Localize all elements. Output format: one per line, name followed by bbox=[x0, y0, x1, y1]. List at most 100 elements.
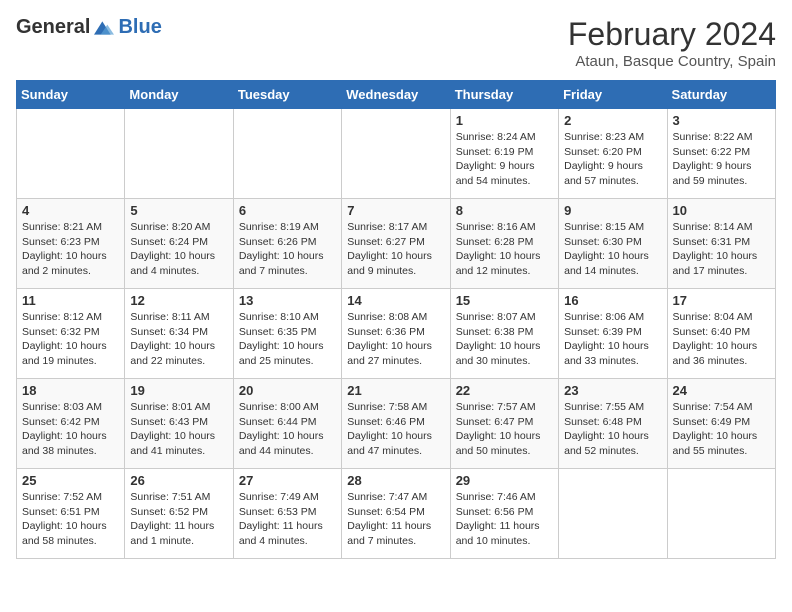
day-info: Sunrise: 8:01 AM Sunset: 6:43 PM Dayligh… bbox=[130, 400, 227, 459]
title-area: February 2024 Ataun, Basque Country, Spa… bbox=[568, 16, 776, 70]
day-number: 17 bbox=[673, 293, 770, 308]
day-number: 11 bbox=[22, 293, 119, 308]
day-number: 28 bbox=[347, 473, 444, 488]
day-info: Sunrise: 8:11 AM Sunset: 6:34 PM Dayligh… bbox=[130, 310, 227, 369]
day-number: 29 bbox=[456, 473, 553, 488]
day-number: 10 bbox=[673, 203, 770, 218]
calendar-cell bbox=[342, 109, 450, 199]
calendar-cell: 4Sunrise: 8:21 AM Sunset: 6:23 PM Daylig… bbox=[17, 199, 125, 289]
calendar-week-row: 11 Sunrise: 8:12 AM Sunset: 6:32 PM Dayli… bbox=[17, 289, 776, 379]
calendar-cell bbox=[233, 109, 341, 199]
day-info: Sunrise: 8:03 AM Sunset: 6:42 PM Dayligh… bbox=[22, 400, 119, 459]
calendar-cell bbox=[17, 109, 125, 199]
calendar-cell: 27 Sunrise: 7:49 AM Sunset: 6:53 PM Dayli… bbox=[233, 469, 341, 559]
calendar-cell: 25 Sunrise: 7:52 AM Sunset: 6:51 PM Dayli… bbox=[17, 469, 125, 559]
calendar-cell: 29 Sunrise: 7:46 AM Sunset: 6:56 PM Dayli… bbox=[450, 469, 558, 559]
calendar-cell: 23 Sunrise: 7:55 AM Sunset: 6:48 PM Dayli… bbox=[559, 379, 667, 469]
calendar-cell: 6 Sunrise: 8:19 AM Sunset: 6:26 PM Daylig… bbox=[233, 199, 341, 289]
day-number: 14 bbox=[347, 293, 444, 308]
day-info: Sunrise: 8:19 AM Sunset: 6:26 PM Dayligh… bbox=[239, 220, 336, 279]
calendar-cell: 22 Sunrise: 7:57 AM Sunset: 6:47 PM Dayli… bbox=[450, 379, 558, 469]
day-number: 22 bbox=[456, 383, 553, 398]
calendar-cell: 17Sunrise: 8:04 AM Sunset: 6:40 PM Dayli… bbox=[667, 289, 775, 379]
day-number: 6 bbox=[239, 203, 336, 218]
calendar-day-header: Saturday bbox=[667, 81, 775, 109]
day-info: Sunrise: 7:57 AM Sunset: 6:47 PM Dayligh… bbox=[456, 400, 553, 459]
day-number: 18 bbox=[22, 383, 119, 398]
calendar-week-row: 18 Sunrise: 8:03 AM Sunset: 6:42 PM Dayli… bbox=[17, 379, 776, 469]
calendar-cell: 12 Sunrise: 8:11 AM Sunset: 6:34 PM Dayli… bbox=[125, 289, 233, 379]
calendar-cell: 5 Sunrise: 8:20 AM Sunset: 6:24 PM Daylig… bbox=[125, 199, 233, 289]
day-number: 19 bbox=[130, 383, 227, 398]
month-title: February 2024 bbox=[568, 16, 776, 53]
day-info: Sunrise: 8:16 AM Sunset: 6:28 PM Dayligh… bbox=[456, 220, 553, 279]
day-info: Sunrise: 8:20 AM Sunset: 6:24 PM Dayligh… bbox=[130, 220, 227, 279]
day-number: 8 bbox=[456, 203, 553, 218]
calendar-cell: 10 Sunrise: 8:14 AM Sunset: 6:31 PM Dayli… bbox=[667, 199, 775, 289]
day-number: 9 bbox=[564, 203, 661, 218]
logo-icon bbox=[94, 18, 114, 38]
calendar-cell: 3 Sunrise: 8:22 AM Sunset: 6:22 PM Daylig… bbox=[667, 109, 775, 199]
page-header: General Blue February 2024 Ataun, Basque… bbox=[16, 16, 776, 70]
calendar-table: SundayMondayTuesdayWednesdayThursdayFrid… bbox=[16, 80, 776, 559]
day-info: Sunrise: 7:55 AM Sunset: 6:48 PM Dayligh… bbox=[564, 400, 661, 459]
day-info: Sunrise: 8:06 AM Sunset: 6:39 PM Dayligh… bbox=[564, 310, 661, 369]
day-number: 1 bbox=[456, 113, 553, 128]
day-number: 26 bbox=[130, 473, 227, 488]
day-info: Sunrise: 8:07 AM Sunset: 6:38 PM Dayligh… bbox=[456, 310, 553, 369]
day-number: 12 bbox=[130, 293, 227, 308]
calendar-day-header: Sunday bbox=[17, 81, 125, 109]
day-number: 4 bbox=[22, 203, 119, 218]
calendar-day-header: Tuesday bbox=[233, 81, 341, 109]
logo: General Blue bbox=[16, 16, 162, 39]
day-number: 15 bbox=[456, 293, 553, 308]
calendar-cell: 14 Sunrise: 8:08 AM Sunset: 6:36 PM Dayli… bbox=[342, 289, 450, 379]
calendar-cell: 21 Sunrise: 7:58 AM Sunset: 6:46 PM Dayli… bbox=[342, 379, 450, 469]
calendar-cell: 28Sunrise: 7:47 AM Sunset: 6:54 PM Dayli… bbox=[342, 469, 450, 559]
day-number: 7 bbox=[347, 203, 444, 218]
day-number: 25 bbox=[22, 473, 119, 488]
calendar-day-header: Monday bbox=[125, 81, 233, 109]
calendar-cell bbox=[559, 469, 667, 559]
day-info: Sunrise: 8:08 AM Sunset: 6:36 PM Dayligh… bbox=[347, 310, 444, 369]
calendar-cell: 20Sunrise: 8:00 AM Sunset: 6:44 PM Dayli… bbox=[233, 379, 341, 469]
calendar-cell: 8 Sunrise: 8:16 AM Sunset: 6:28 PM Daylig… bbox=[450, 199, 558, 289]
calendar-cell: 24 Sunrise: 7:54 AM Sunset: 6:49 PM Dayli… bbox=[667, 379, 775, 469]
day-info: Sunrise: 8:10 AM Sunset: 6:35 PM Dayligh… bbox=[239, 310, 336, 369]
calendar-day-header: Thursday bbox=[450, 81, 558, 109]
calendar-week-row: 1Sunrise: 8:24 AM Sunset: 6:19 PM Daylig… bbox=[17, 109, 776, 199]
calendar-day-header: Wednesday bbox=[342, 81, 450, 109]
day-info: Sunrise: 7:54 AM Sunset: 6:49 PM Dayligh… bbox=[673, 400, 770, 459]
calendar-cell: 7Sunrise: 8:17 AM Sunset: 6:27 PM Daylig… bbox=[342, 199, 450, 289]
day-number: 5 bbox=[130, 203, 227, 218]
day-number: 2 bbox=[564, 113, 661, 128]
day-info: Sunrise: 8:22 AM Sunset: 6:22 PM Dayligh… bbox=[673, 130, 770, 189]
location-title: Ataun, Basque Country, Spain bbox=[568, 53, 776, 70]
day-info: Sunrise: 8:15 AM Sunset: 6:30 PM Dayligh… bbox=[564, 220, 661, 279]
day-info: Sunrise: 8:14 AM Sunset: 6:31 PM Dayligh… bbox=[673, 220, 770, 279]
day-number: 24 bbox=[673, 383, 770, 398]
calendar-cell: 2 Sunrise: 8:23 AM Sunset: 6:20 PM Daylig… bbox=[559, 109, 667, 199]
calendar-cell: 19 Sunrise: 8:01 AM Sunset: 6:43 PM Dayli… bbox=[125, 379, 233, 469]
day-info: Sunrise: 7:58 AM Sunset: 6:46 PM Dayligh… bbox=[347, 400, 444, 459]
day-info: Sunrise: 7:51 AM Sunset: 6:52 PM Dayligh… bbox=[130, 490, 227, 549]
day-info: Sunrise: 8:23 AM Sunset: 6:20 PM Dayligh… bbox=[564, 130, 661, 189]
day-info: Sunrise: 7:46 AM Sunset: 6:56 PM Dayligh… bbox=[456, 490, 553, 549]
calendar-cell: 18 Sunrise: 8:03 AM Sunset: 6:42 PM Dayli… bbox=[17, 379, 125, 469]
day-number: 23 bbox=[564, 383, 661, 398]
calendar-cell: 26 Sunrise: 7:51 AM Sunset: 6:52 PM Dayli… bbox=[125, 469, 233, 559]
day-info: Sunrise: 8:12 AM Sunset: 6:32 PM Dayligh… bbox=[22, 310, 119, 369]
calendar-cell: 15 Sunrise: 8:07 AM Sunset: 6:38 PM Dayli… bbox=[450, 289, 558, 379]
calendar-cell: 9 Sunrise: 8:15 AM Sunset: 6:30 PM Daylig… bbox=[559, 199, 667, 289]
calendar-day-header: Friday bbox=[559, 81, 667, 109]
day-number: 20 bbox=[239, 383, 336, 398]
day-number: 27 bbox=[239, 473, 336, 488]
day-number: 3 bbox=[673, 113, 770, 128]
day-number: 16 bbox=[564, 293, 661, 308]
calendar-cell: 16 Sunrise: 8:06 AM Sunset: 6:39 PM Dayli… bbox=[559, 289, 667, 379]
day-info: Sunrise: 7:49 AM Sunset: 6:53 PM Dayligh… bbox=[239, 490, 336, 549]
calendar-cell: 1Sunrise: 8:24 AM Sunset: 6:19 PM Daylig… bbox=[450, 109, 558, 199]
calendar-cell bbox=[667, 469, 775, 559]
day-info: Sunrise: 7:52 AM Sunset: 6:51 PM Dayligh… bbox=[22, 490, 119, 549]
day-number: 21 bbox=[347, 383, 444, 398]
